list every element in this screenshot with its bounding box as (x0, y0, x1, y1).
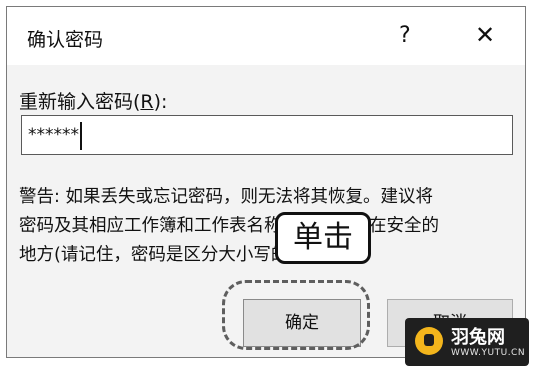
close-button[interactable]: ✕ (475, 21, 495, 49)
highlight-dashed-ring (222, 280, 370, 350)
brand-logo-icon (415, 327, 443, 355)
title-bar: 确认密码 ? ✕ (7, 7, 525, 65)
watermark-name: 羽兔网 (451, 327, 505, 348)
help-button[interactable]: ? (399, 23, 411, 48)
click-callout: 单击 (275, 212, 371, 264)
label-prefix: 重新输入密码( (19, 91, 141, 113)
reenter-password-label: 重新输入密码(R): (19, 87, 167, 114)
watermark: 羽兔网 WWW.YUTU.CN (405, 318, 529, 366)
text-caret (80, 122, 82, 150)
watermark-url: WWW.YUTU.CN (451, 348, 526, 358)
warning-line: 密码及其相应工作簿和工作表名称的列表保存在安全的 (19, 216, 439, 236)
label-suffix: ): (153, 91, 168, 113)
password-value: ****** (28, 125, 79, 145)
warning-line: 警告: 如果丢失或忘记密码，则无法将其恢复。建议将 (19, 187, 433, 207)
password-input[interactable]: ****** (21, 115, 513, 155)
dialog-title: 确认密码 (27, 29, 104, 51)
warning-text: 警告: 如果丢失或忘记密码，则无法将其恢复。建议将 密码及其相应工作簿和工作表名… (19, 183, 519, 270)
label-access-key: R (140, 91, 154, 113)
warning-line: 地方(请记住，密码是区分大小写的)。 (19, 245, 313, 265)
